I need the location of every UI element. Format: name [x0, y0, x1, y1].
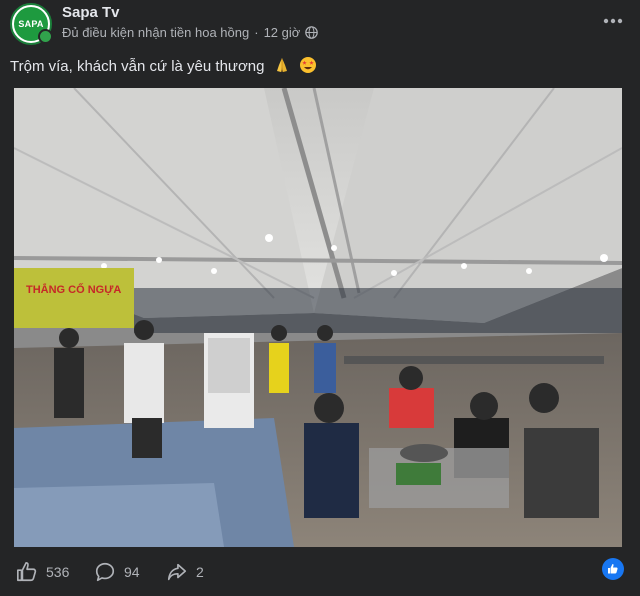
comment-button[interactable]: 94	[94, 556, 140, 588]
post-meta: Đủ điều kiện nhận tiền hoa hồng · 12 giờ	[62, 25, 319, 40]
post-photo[interactable]: THẮNG CỐ NGỰA	[14, 88, 622, 547]
stall-banner-text: THẮNG CỐ NGỰA	[26, 282, 121, 296]
share-button[interactable]: 2	[166, 556, 204, 588]
like-button[interactable]: 536	[16, 556, 69, 588]
like-count: 536	[46, 564, 70, 580]
star-struck-emoji	[299, 56, 317, 78]
globe-icon[interactable]	[305, 26, 319, 39]
online-status-dot	[38, 29, 53, 44]
thumbs-up-icon	[17, 562, 37, 582]
page-name[interactable]: Sapa Tv	[62, 4, 120, 21]
post-caption: Trộm vía, khách vẫn cứ là yêu thương	[10, 56, 317, 78]
meta-separator: ·	[254, 25, 259, 40]
comment-count: 94	[124, 564, 140, 580]
post-time[interactable]: 12 giờ	[264, 25, 301, 40]
monetization-eligibility: Đủ điều kiện nhận tiền hoa hồng	[62, 25, 250, 40]
comment-bubble-icon	[95, 562, 115, 582]
share-count: 2	[196, 564, 204, 580]
caption-text: Trộm vía, khách vẫn cứ là yêu thương	[10, 57, 265, 75]
post-actions: 536 94 2	[0, 548, 640, 596]
post-header: SAPA Sapa Tv Đủ điều kiện nhận tiền hoa …	[0, 0, 640, 46]
more-dots-icon	[603, 18, 623, 24]
more-options-button[interactable]	[596, 6, 630, 36]
share-arrow-icon	[167, 563, 187, 581]
page-avatar[interactable]: SAPA	[10, 3, 53, 45]
like-reaction-icon[interactable]	[602, 558, 624, 580]
folded-hands-emoji	[273, 56, 291, 78]
market-tent-photo: THẮNG CỐ NGỰA	[14, 88, 622, 547]
